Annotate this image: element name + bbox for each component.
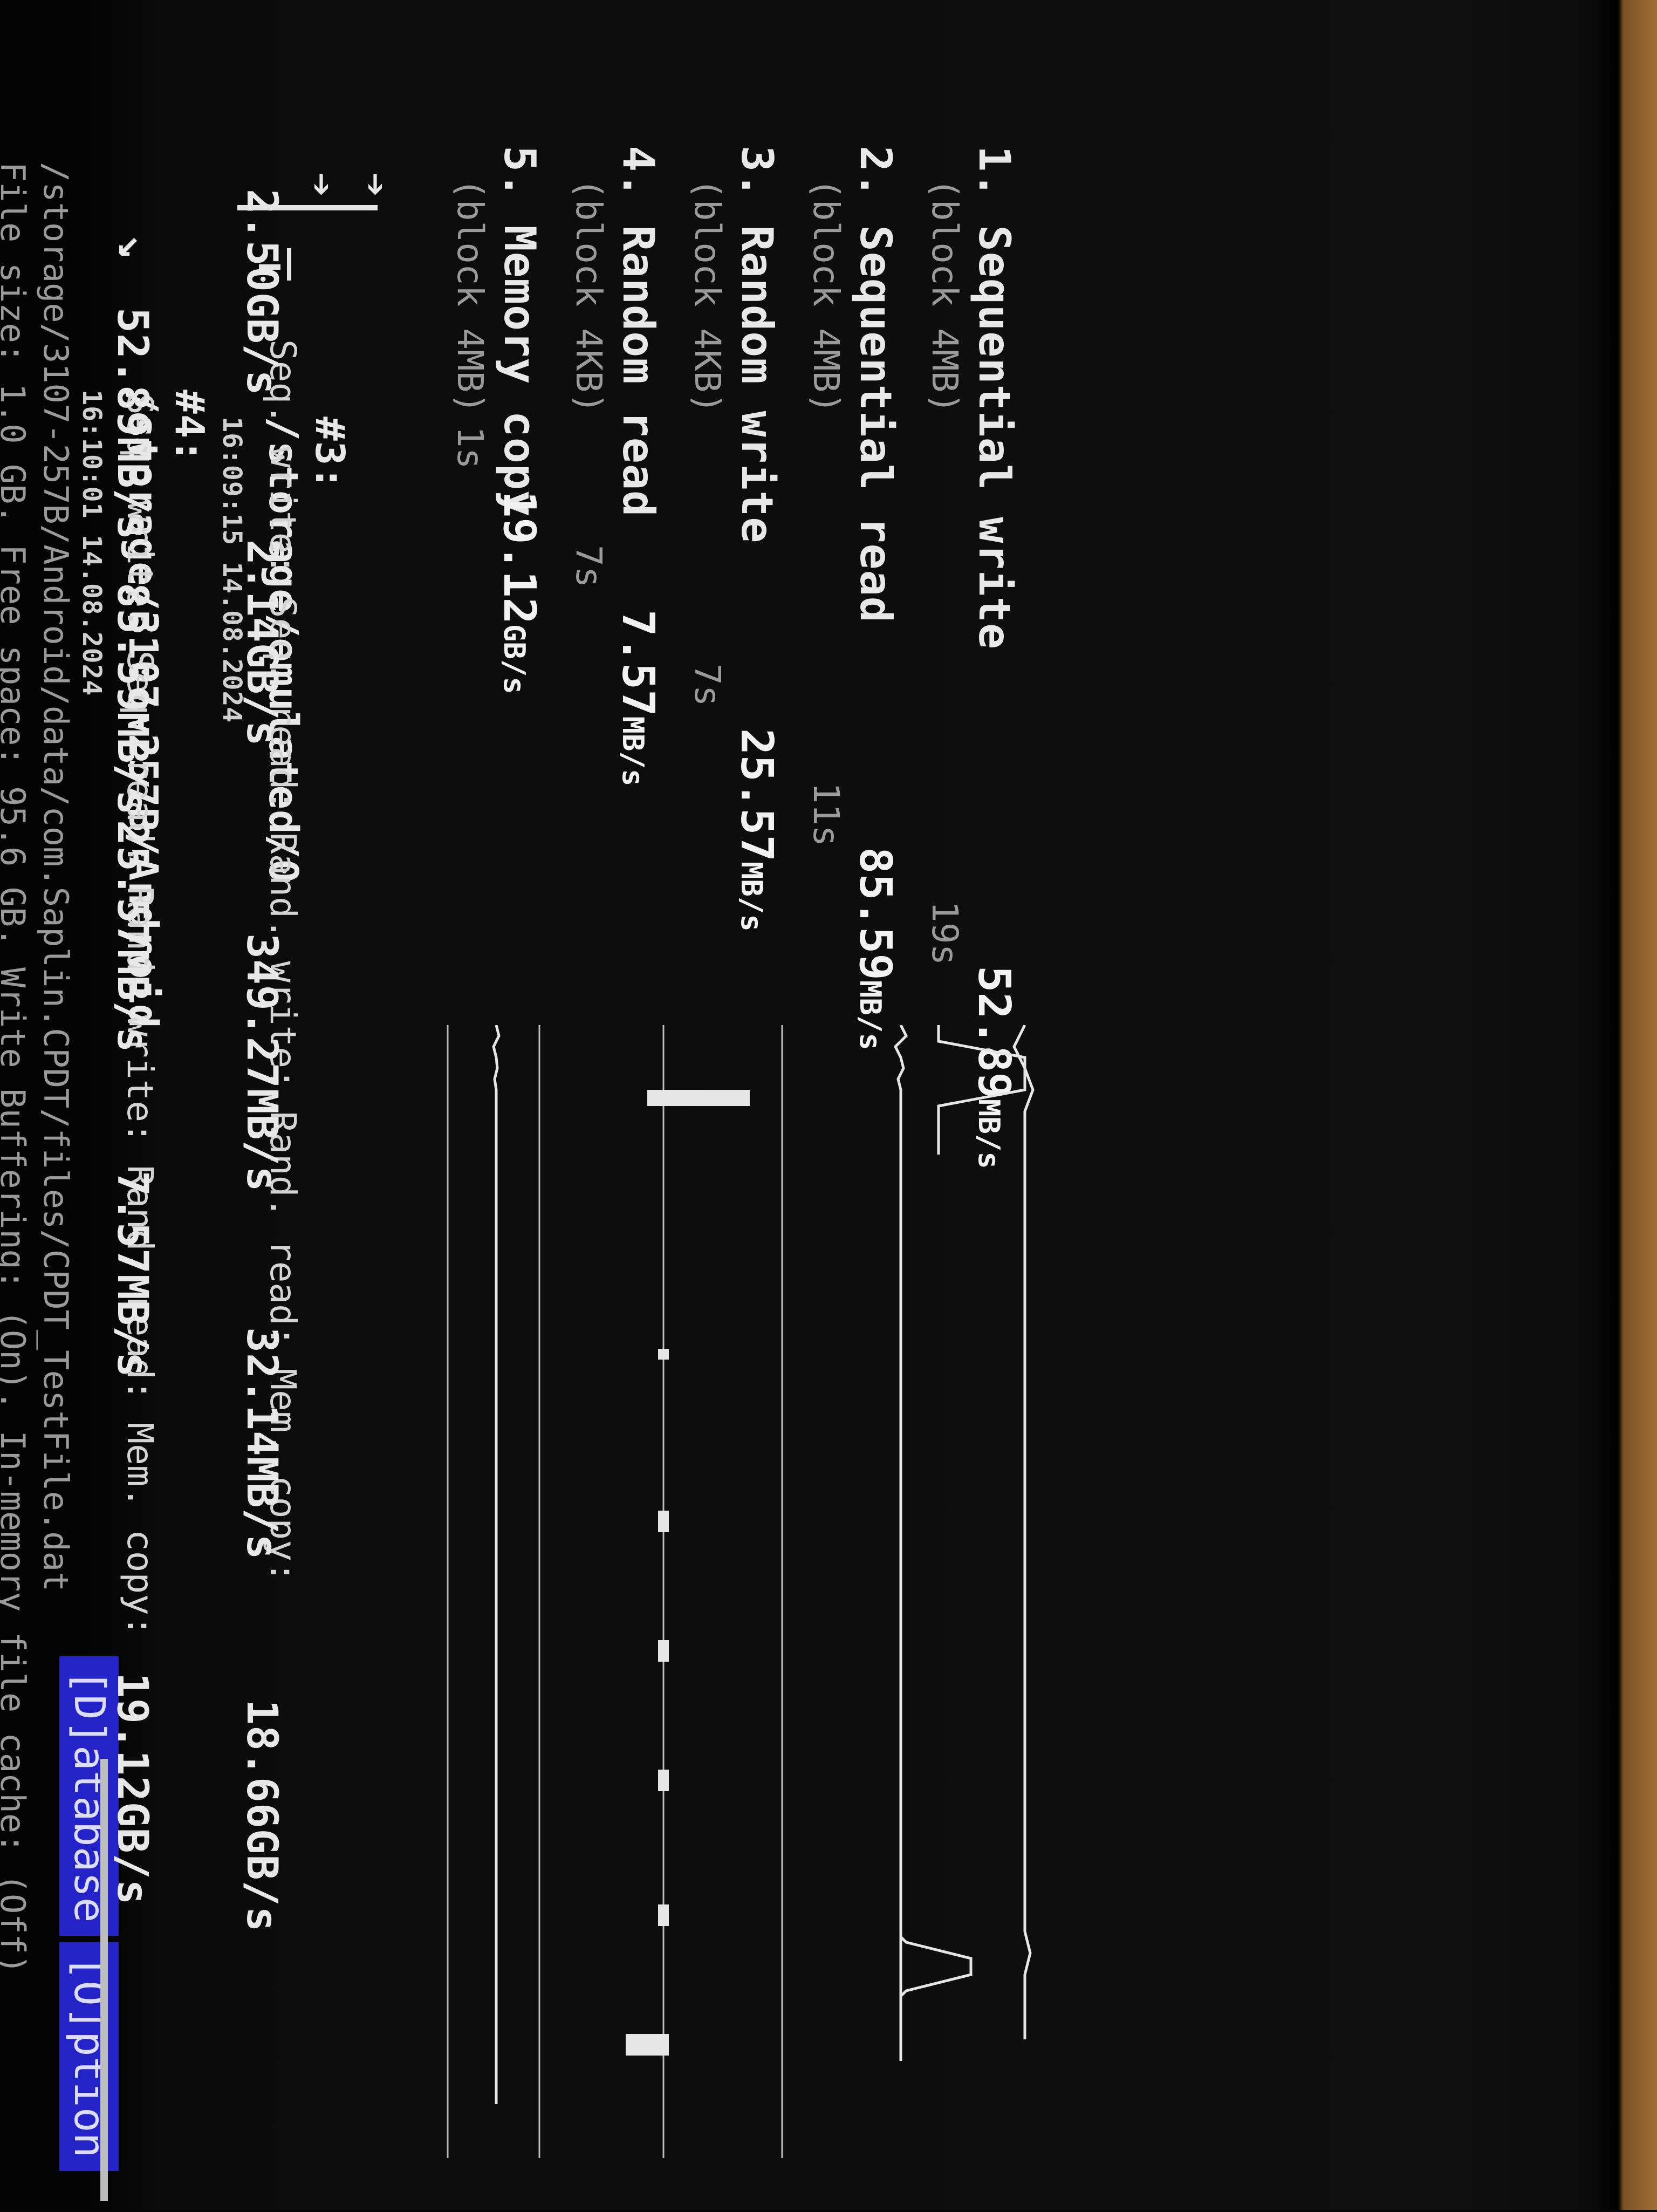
result-3-seq-read-value: 2.14GB/s bbox=[237, 540, 286, 747]
test-1-name: 1. Sequential write bbox=[969, 146, 1019, 650]
rand-read-marker bbox=[658, 1511, 669, 1532]
rand-read-marker bbox=[658, 1904, 669, 1926]
rand-read-marker bbox=[658, 1640, 669, 1662]
test-2-name: 2. Sequential read bbox=[851, 146, 901, 623]
test-4-name: 4. Random read bbox=[613, 146, 663, 517]
result-3-rand-read-value: 32.14MB/s bbox=[237, 1327, 286, 1560]
test-3-time: 7s bbox=[687, 664, 728, 707]
test-5-name: 5. Memory copy bbox=[495, 146, 545, 517]
test-5-block: (block 4MB) bbox=[449, 178, 491, 414]
test-4-block: (block 4KB) bbox=[568, 178, 610, 414]
result-3-rand-write-value: 349.27MB/s bbox=[237, 933, 286, 1192]
test-3-result: 25.57MB/s bbox=[731, 728, 782, 932]
collapsed-arrow-1[interactable]: ➔ bbox=[353, 173, 399, 197]
rand-read-marker bbox=[647, 1090, 750, 1106]
test-2-time: 11s bbox=[805, 782, 847, 847]
collapsed-arrow-2[interactable]: ➔ bbox=[299, 173, 345, 197]
test-1-block: (block 4MB) bbox=[924, 178, 966, 414]
result-3-mem-copy-value: 18.66GB/s bbox=[237, 1699, 286, 1933]
speed-graph bbox=[447, 1025, 1035, 2158]
rand-read-marker bbox=[658, 1770, 669, 1791]
seq-read-trace bbox=[893, 1025, 908, 2061]
test-5-time: 1s bbox=[449, 426, 491, 469]
test-1-time: 19s bbox=[924, 901, 966, 966]
test-3-block: (block 4KB) bbox=[687, 178, 728, 414]
seq-write-spike bbox=[937, 1025, 1026, 1155]
test-2-result: 85.59MB/s bbox=[850, 847, 901, 1050]
test-3-name: 3. Random write bbox=[732, 146, 782, 544]
test-4-result: 7.57MB/s bbox=[612, 610, 663, 787]
mem-copy-trace bbox=[492, 1025, 501, 2104]
scrollbar[interactable] bbox=[100, 1759, 108, 2201]
rand-read-marker bbox=[658, 1349, 669, 1360]
result-3-seq-write-value: 2.50GB/s bbox=[237, 189, 286, 396]
seq-write-trace bbox=[1012, 1025, 1035, 2039]
test-4-time: 7s bbox=[568, 545, 610, 588]
terminal-result-3: ➔ #3: /storage/emulated/0 16:09:15 14.08… bbox=[0, 0, 399, 2210]
seq-read-spike bbox=[900, 1936, 973, 1997]
rand-read-marker bbox=[626, 2034, 669, 2056]
test-5-result: 19.12GB/s bbox=[494, 491, 545, 694]
result-3-bracket bbox=[237, 205, 378, 210]
test-2-block: (block 4MB) bbox=[805, 178, 847, 414]
